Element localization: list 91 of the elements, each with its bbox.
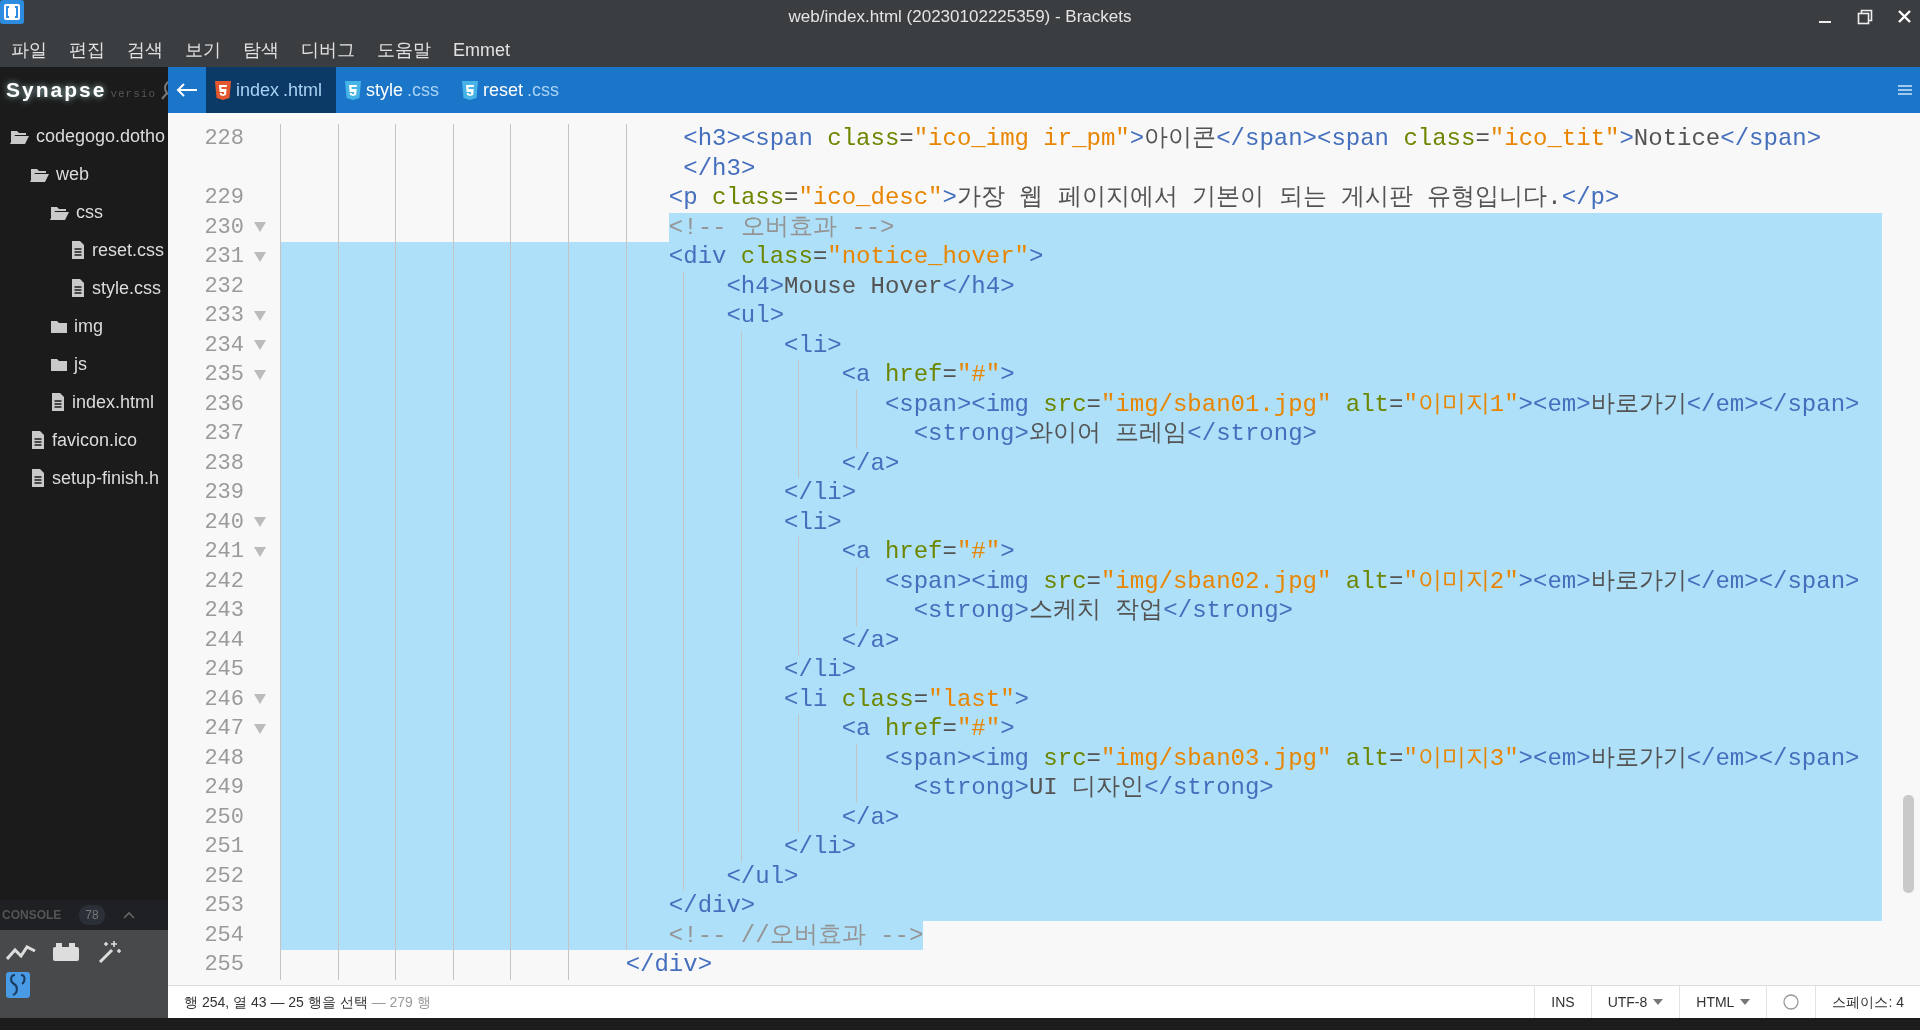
indent-setting[interactable]: 스페이스: 4 (1832, 991, 1904, 1013)
menu-item[interactable]: Emmet (453, 36, 510, 64)
folder-item[interactable]: css (76, 198, 103, 226)
line-number: 233 (204, 303, 244, 328)
caret-icon (1740, 999, 1751, 1005)
circle-icon[interactable] (1783, 994, 1800, 1010)
menu-item[interactable]: 검색 (127, 36, 163, 64)
fold-arrow-icon[interactable] (254, 546, 266, 557)
close-icon[interactable] (1897, 9, 1912, 24)
line-number: 244 (204, 627, 244, 653)
line-number: 230 (204, 214, 244, 240)
line-chart-icon[interactable] (6, 942, 36, 962)
fold-arrow-icon[interactable] (254, 222, 266, 233)
line-number: 253 (204, 893, 244, 918)
folder-item[interactable]: img (74, 312, 103, 340)
menu-item[interactable]: 디버그 (301, 36, 355, 64)
line-number: 229 (204, 185, 244, 210)
line-number: 228 (204, 126, 244, 151)
line-number: 245 (204, 657, 244, 682)
line-number: 246 (204, 686, 244, 712)
line-number: 255 (204, 952, 244, 977)
synapse-logo[interactable]: Synapse (6, 74, 107, 106)
back-arrow-icon[interactable] (176, 83, 198, 97)
line-number: 231 (204, 244, 244, 269)
line-number: 250 (204, 804, 244, 830)
code-line: <h3><span class="ico_img ir_pm">아이콘</span><span class="ico_tit">Notice</span> (683, 124, 1822, 154)
fold-arrow-icon[interactable] (254, 694, 266, 705)
brick-icon[interactable] (52, 942, 80, 962)
file-tab[interactable]: reset .css (453, 67, 574, 113)
count-badge: 78 (79, 905, 105, 925)
fold-arrow-icon[interactable] (254, 310, 266, 321)
line-number: 243 (204, 598, 244, 623)
restore-icon[interactable] (1857, 8, 1873, 25)
menu-item[interactable]: 탐색 (243, 36, 279, 64)
line-number: 242 (204, 568, 244, 594)
caret-icon (1653, 999, 1664, 1005)
scrollbar[interactable] (1903, 795, 1914, 893)
line-number: 247 (204, 716, 244, 741)
file-item[interactable]: style.css (92, 274, 161, 302)
line-number: 235 (204, 362, 244, 387)
code-line: </div> (625, 950, 713, 980)
file-tab[interactable]: index .html (206, 67, 337, 113)
fold-arrow-icon[interactable] (254, 369, 266, 380)
folder-item[interactable]: js (74, 350, 87, 378)
line-number: 232 (204, 273, 244, 299)
magic-wand-icon[interactable] (96, 940, 122, 964)
html-file-icon (214, 80, 232, 100)
file-item[interactable]: index.html (72, 388, 155, 416)
file-icon (70, 279, 86, 297)
line-number: 236 (204, 391, 244, 417)
file-icon (70, 241, 86, 259)
line-number: 240 (204, 509, 244, 535)
code-line: </h3> (683, 153, 756, 183)
menu-item[interactable]: 파일 (11, 36, 47, 64)
caret-up-icon[interactable] (122, 911, 135, 919)
file-icon (30, 431, 46, 449)
line-number: 239 (204, 480, 244, 505)
file-icon (50, 393, 66, 411)
file-tab[interactable]: style .css (336, 67, 454, 113)
fold-arrow-icon[interactable] (254, 723, 266, 734)
code-line: <p class="ico_desc">가장 웹 페이지에서 기본이 되는 게시판 유형입니다.</p> (668, 183, 1620, 213)
fold-arrow-icon[interactable] (254, 340, 266, 351)
file-icon (30, 469, 46, 487)
file-item[interactable]: setup-finish.h (52, 464, 160, 492)
menu-item[interactable]: 도움말 (377, 36, 431, 64)
fold-arrow-icon[interactable] (254, 251, 266, 262)
folder-item[interactable]: web (56, 160, 90, 188)
window-title: web/index.html (20230102225359) - Brackets (788, 5, 1132, 28)
app-logo-icon (0, 0, 24, 24)
cursor-position: 행 254, 열 43 — 25 행을 선택 (184, 992, 368, 1012)
line-number: 249 (204, 775, 244, 800)
file-item[interactable]: favicon.ico (52, 426, 138, 454)
line-number: 237 (204, 421, 244, 446)
menu-icon[interactable] (1898, 85, 1912, 95)
extension-icon[interactable] (6, 972, 30, 998)
line-number: 234 (204, 332, 244, 358)
css-file-icon (461, 80, 480, 100)
line-number: 251 (204, 834, 244, 859)
css-file-icon (344, 80, 363, 100)
file-item[interactable]: reset.css (92, 236, 165, 264)
fold-arrow-icon[interactable] (254, 517, 266, 528)
menu-item[interactable]: 편집 (69, 36, 105, 64)
insert-mode[interactable]: INS (1551, 991, 1575, 1013)
line-count: — 279 행 (371, 992, 431, 1012)
line-number: 241 (204, 539, 244, 564)
line-number: 248 (204, 745, 244, 771)
folder-item[interactable]: codegogo.dotho (36, 122, 166, 150)
line-number: 252 (204, 863, 244, 889)
line-number: 238 (204, 450, 244, 476)
menu-item[interactable]: 보기 (185, 36, 221, 64)
line-number: 254 (204, 922, 244, 948)
